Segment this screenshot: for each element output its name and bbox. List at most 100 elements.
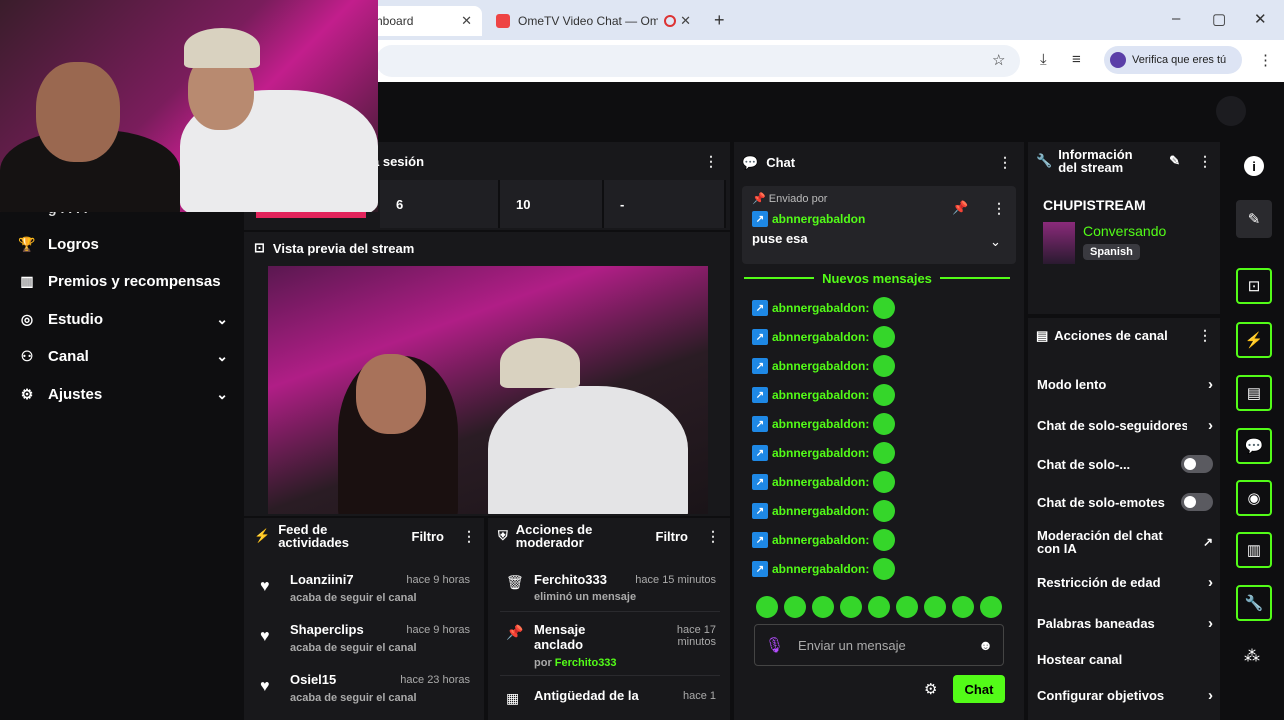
channel-actions-menu-icon[interactable]: ⋮ — [1198, 327, 1212, 344]
chat-message[interactable]: ↗ abnnergabaldon: — [752, 412, 896, 436]
session-menu-icon[interactable]: ⋮ — [704, 153, 718, 170]
rail-more-icon[interactable]: ⁂ — [1244, 646, 1260, 666]
chat-message[interactable]: ↗ abnnergabaldon: — [752, 528, 896, 552]
mod-action-user[interactable]: Ferchito333 — [534, 572, 607, 587]
stream-info-menu-icon[interactable]: ⋮ — [1198, 153, 1212, 170]
sidebar-item-canal[interactable]: ⚇ Canal ⌄ — [18, 341, 228, 371]
close-tab-icon[interactable]: ✕ — [680, 13, 691, 29]
activity-user[interactable]: Shaperclips — [290, 622, 364, 637]
chat-username[interactable]: abnnergabaldon: — [772, 446, 869, 460]
action-solo-seguidores[interactable]: Chat de solo-seguidores › — [1037, 415, 1213, 435]
action-label: Restricción de edad — [1037, 574, 1161, 590]
chat-username[interactable]: abnnergabaldon: — [772, 562, 869, 576]
chat-message[interactable]: ↗ abnnergabaldon: — [752, 383, 896, 407]
mod-action-user[interactable]: Ferchito333 — [555, 657, 617, 669]
chat-message[interactable]: ↗ abnnergabaldon: — [752, 499, 896, 523]
emote-icon[interactable] — [980, 596, 1002, 618]
minimize-button[interactable]: – — [1172, 10, 1180, 27]
action-solo-emotes[interactable]: Chat de solo-emotes — [1037, 492, 1213, 512]
chat-settings-icon[interactable]: ⚙ — [924, 680, 937, 698]
chat-message[interactable]: ↗ abnnergabaldon: — [752, 470, 896, 494]
user-avatar[interactable] — [1216, 96, 1246, 126]
profile-verify-button[interactable]: Verifica que eres tú — [1104, 46, 1242, 74]
emote-icon[interactable] — [784, 596, 806, 618]
action-restriccion-edad[interactable]: Restricción de edad › — [1037, 572, 1213, 592]
stream-preview-video[interactable] — [268, 266, 708, 514]
rail-activity-button[interactable]: ⚡ — [1236, 322, 1272, 358]
rail-broadcast-button[interactable]: ◉ — [1236, 480, 1272, 516]
stream-category[interactable]: Conversando — [1083, 223, 1166, 239]
chat-input[interactable]: 🎙 Enviar un mensaje ☻ — [754, 624, 1004, 666]
chat-username[interactable]: abnnergabaldon: — [772, 417, 869, 431]
chat-message[interactable]: ↗ abnnergabaldon: — [752, 441, 896, 465]
pinned-user[interactable]: abnnergabaldon — [772, 212, 865, 226]
emote-icon[interactable] — [924, 596, 946, 618]
bookmark-star-icon[interactable]: ☆ — [992, 51, 1005, 69]
action-configurar-objetivos[interactable]: Configurar objetivos › — [1037, 685, 1213, 705]
action-palabras-baneadas[interactable]: Palabras baneadas › — [1037, 613, 1213, 633]
browser-tab-ometv[interactable]: OmeTV Video Chat — Ome ✕ — [486, 6, 701, 36]
chat-message[interactable]: ↗ abnnergabaldon: — [752, 354, 896, 378]
chat-username[interactable]: abnnergabaldon: — [772, 533, 869, 547]
toggle-switch[interactable] — [1181, 455, 1213, 473]
edit-icon[interactable]: ✎ — [1169, 153, 1180, 169]
chat-username[interactable]: abnnergabaldon: — [772, 330, 869, 344]
chat-menu-icon[interactable]: ⋮ — [998, 154, 1012, 171]
sidebar-item-logros[interactable]: 🏆 Logros — [18, 229, 228, 259]
rail-tools-button[interactable]: 🔧 — [1236, 585, 1272, 621]
toggle-switch[interactable] — [1181, 493, 1213, 511]
unpin-icon[interactable]: 📌 — [952, 200, 968, 216]
emote-tray[interactable] — [756, 596, 1002, 618]
chat-username[interactable]: abnnergabaldon: — [772, 504, 869, 518]
pinned-menu-icon[interactable]: ⋮ — [992, 200, 1006, 217]
chevron-down-icon[interactable]: ⌄ — [990, 234, 1001, 250]
activity-menu-icon[interactable]: ⋮ — [462, 528, 476, 545]
activity-user[interactable]: Loanziini7 — [290, 572, 354, 587]
browser-tab-dashboard[interactable]: hboard ✕ — [366, 6, 482, 36]
rail-channel-actions-button[interactable]: ▥ — [1236, 532, 1272, 568]
sidebar-item-premios[interactable]: ▥ Premios y recompensas — [18, 266, 228, 296]
info-icon[interactable]: i — [1244, 156, 1264, 176]
address-bar[interactable] — [376, 45, 1020, 77]
rail-notes-button[interactable]: ▤ — [1236, 375, 1272, 411]
emote-icon[interactable] — [840, 596, 862, 618]
close-window-button[interactable]: ✕ — [1254, 10, 1267, 28]
chat-username[interactable]: abnnergabaldon: — [772, 475, 869, 489]
browser-menu-icon[interactable]: ⋮ — [1258, 51, 1273, 69]
chat-username[interactable]: abnnergabaldon: — [772, 301, 869, 315]
emote-icon[interactable] — [756, 596, 778, 618]
emote-icon[interactable] — [812, 596, 834, 618]
chevron-down-icon: ⌄ — [216, 385, 228, 402]
action-hostear-canal[interactable]: Hostear canal — [1037, 649, 1213, 669]
chat-username[interactable]: abnnergabaldon: — [772, 359, 869, 373]
activity-filter-button[interactable]: Filtro — [412, 529, 445, 544]
maximize-button[interactable]: ▢ — [1212, 10, 1226, 28]
chat-message[interactable]: ↗ abnnergabaldon: — [752, 296, 896, 320]
new-tab-button[interactable]: + — [714, 10, 725, 31]
emote-icon[interactable] — [952, 596, 974, 618]
chat-message[interactable]: ↗ abnnergabaldon: — [752, 325, 896, 349]
activity-user[interactable]: Osiel15 — [290, 672, 336, 687]
emote-icon[interactable] — [868, 596, 890, 618]
pinned-message[interactable]: 📌 Enviado por ↗ abnnergabaldon puse esa … — [742, 186, 1016, 264]
action-modo-lento[interactable]: Modo lento › — [1037, 374, 1213, 394]
user-badge-icon: ↗ — [752, 532, 768, 548]
emoji-icon[interactable]: ☻ — [978, 637, 993, 653]
rail-preview-button[interactable]: ⊡ — [1236, 268, 1272, 304]
chat-username[interactable]: abnnergabaldon: — [772, 388, 869, 402]
mod-filter-button[interactable]: Filtro — [656, 529, 689, 544]
mod-menu-icon[interactable]: ⋮ — [706, 528, 720, 545]
close-tab-icon[interactable]: ✕ — [461, 13, 472, 29]
sidebar-item-estudio[interactable]: ◎ Estudio ⌄ — [18, 304, 228, 334]
chat-send-button[interactable]: Chat — [953, 675, 1005, 703]
download-icon[interactable]: ⤓ — [1040, 51, 1047, 68]
rail-chat-button[interactable]: 💬 — [1236, 428, 1272, 464]
action-solo-subs[interactable]: Chat de solo-... — [1037, 454, 1213, 474]
media-control-icon[interactable]: ≡ — [1072, 51, 1081, 68]
sidebar-item-ajustes[interactable]: ⚙ Ajustes ⌄ — [18, 379, 228, 409]
edit-stream-button[interactable]: ✎ — [1236, 200, 1272, 238]
chat-message[interactable]: ↗ abnnergabaldon: — [752, 557, 896, 581]
mic-icon[interactable]: 🎙 — [765, 636, 784, 654]
action-moderacion-ia[interactable]: Moderación del chat con IA ↗ — [1037, 528, 1213, 556]
emote-icon[interactable] — [896, 596, 918, 618]
